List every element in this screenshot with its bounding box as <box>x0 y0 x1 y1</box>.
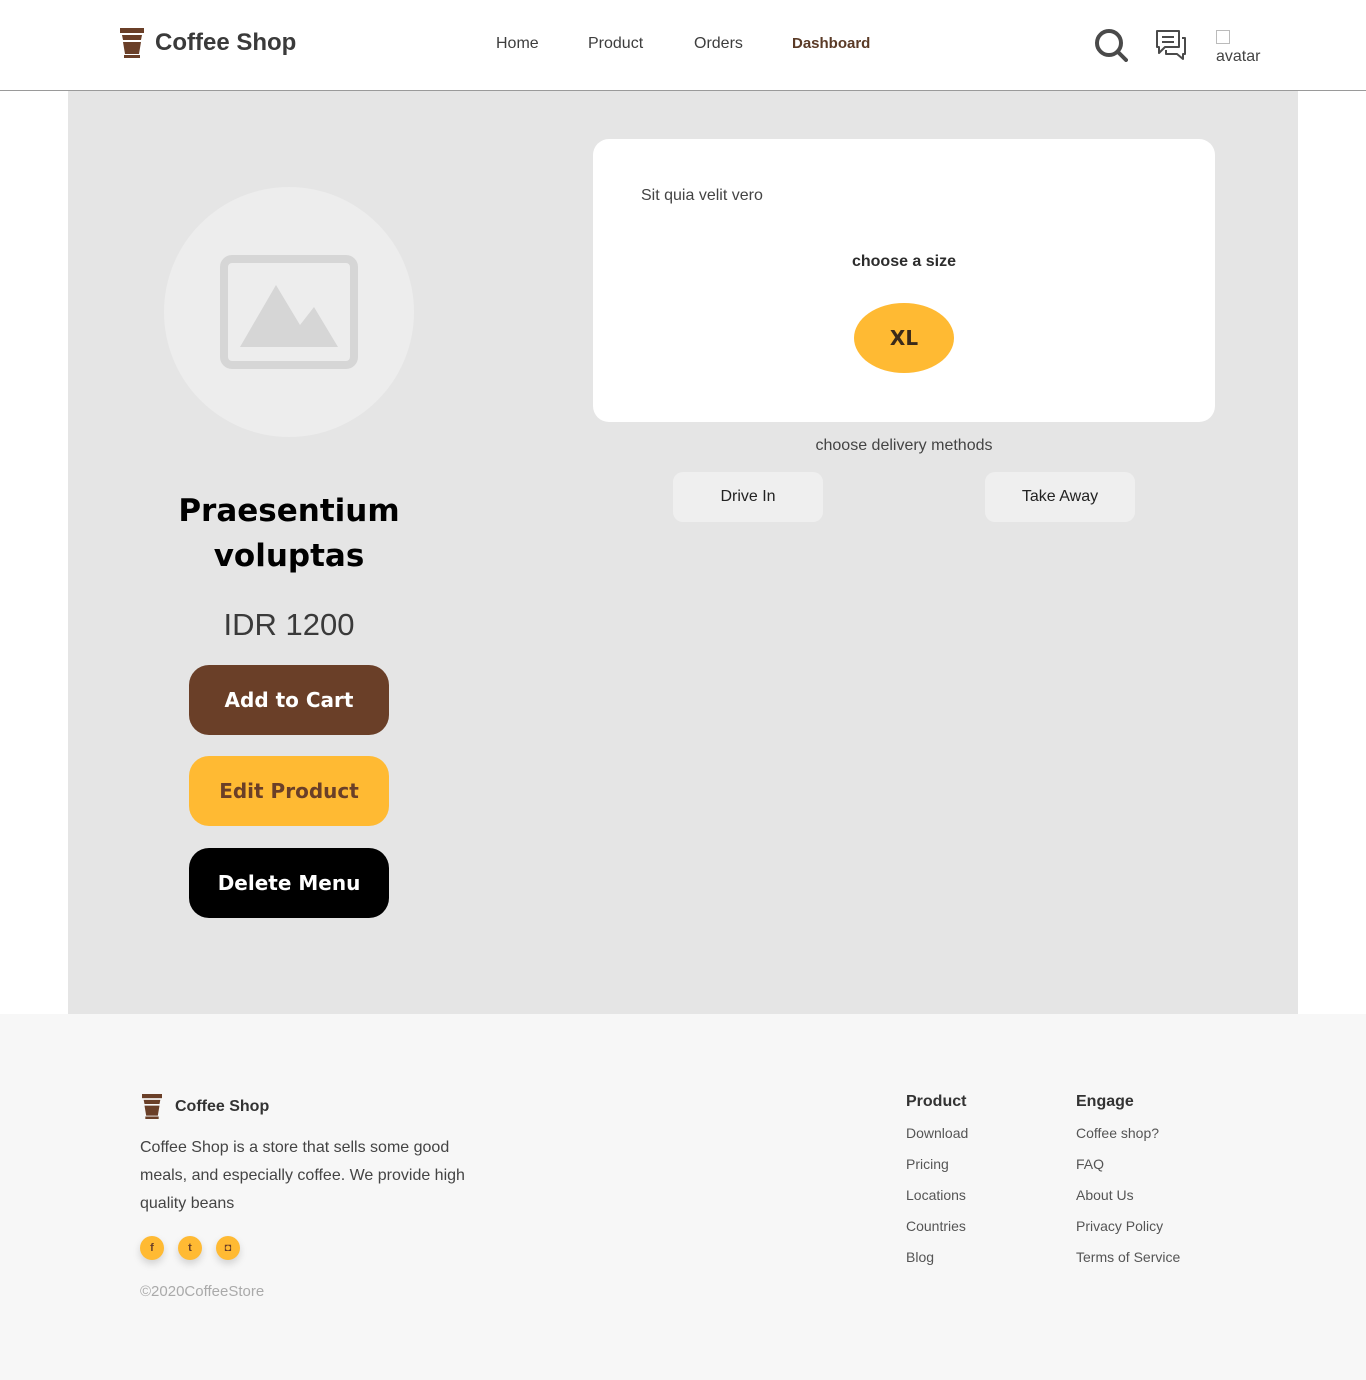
footer-column-title: Engage <box>1076 1093 1134 1110</box>
product-price: IDR 1200 <box>223 607 355 642</box>
product-detail-section: Praesentium voluptas IDR 1200 Add to Car… <box>68 91 1298 1014</box>
delivery-drive-in-button[interactable]: Drive In <box>673 472 823 522</box>
footer-brand[interactable]: Coffee Shop <box>140 1094 269 1119</box>
footer-link-locations[interactable]: Locations <box>906 1187 968 1218</box>
footer-column-engage: Engage Coffee shop? FAQ About Us Privacy… <box>1076 1093 1180 1280</box>
search-icon[interactable] <box>1094 28 1128 62</box>
nav-product[interactable]: Product <box>588 35 643 53</box>
facebook-icon[interactable]: f <box>140 1236 164 1260</box>
footer-link-coffee-shop[interactable]: Coffee shop? <box>1076 1125 1180 1156</box>
footer-link-terms-of-service[interactable]: Terms of Service <box>1076 1249 1180 1280</box>
delivery-take-away-button[interactable]: Take Away <box>985 472 1135 522</box>
footer-link-download[interactable]: Download <box>906 1125 968 1156</box>
footer-link-pricing[interactable]: Pricing <box>906 1156 968 1187</box>
product-description: Sit quia velit vero <box>641 187 763 204</box>
size-label: choose a size <box>851 253 957 270</box>
delete-menu-button[interactable]: Delete Menu <box>189 848 389 918</box>
nav-home[interactable]: Home <box>496 35 539 53</box>
nav-dashboard[interactable]: Dashboard <box>792 35 870 52</box>
broken-image-icon <box>1216 30 1230 44</box>
copyright: ©2020CoffeeStore <box>140 1283 265 1300</box>
twitter-icon[interactable]: t <box>178 1236 202 1260</box>
image-placeholder-icon <box>220 255 358 369</box>
add-to-cart-button[interactable]: Add to Cart <box>189 665 389 735</box>
footer-link-countries[interactable]: Countries <box>906 1218 968 1249</box>
product-name: Praesentium voluptas <box>178 493 400 574</box>
footer-link-about-us[interactable]: About Us <box>1076 1187 1180 1218</box>
footer-brand-name: Coffee Shop <box>175 1097 270 1115</box>
avatar-alt-text: avatar <box>1216 48 1261 65</box>
site-footer: Coffee Shop Coffee Shop is a store that … <box>0 1014 1366 1380</box>
footer-column-product: Product Download Pricing Locations Count… <box>906 1093 968 1280</box>
instagram-icon[interactable]: ◘ <box>216 1236 240 1260</box>
footer-link-privacy-policy[interactable]: Privacy Policy <box>1076 1218 1180 1249</box>
avatar[interactable]: avatar <box>1216 30 1266 66</box>
site-header: Coffee Shop Home Product Orders Dashboar… <box>0 0 1366 91</box>
social-links: f t ◘ <box>140 1236 254 1260</box>
size-card: Sit quia velit vero choose a size XL <box>593 139 1215 422</box>
chat-icon[interactable] <box>1154 28 1188 62</box>
delivery-label: choose delivery methods <box>815 437 993 454</box>
nav-orders[interactable]: Orders <box>694 35 743 53</box>
coffee-cup-icon <box>142 1094 162 1119</box>
footer-link-blog[interactable]: Blog <box>906 1249 968 1280</box>
size-option-xl[interactable]: XL <box>854 303 954 373</box>
footer-link-faq[interactable]: FAQ <box>1076 1156 1180 1187</box>
product-image <box>164 187 414 437</box>
footer-column-title: Product <box>906 1093 967 1110</box>
edit-product-button[interactable]: Edit Product <box>189 756 389 826</box>
footer-description: Coffee Shop is a store that sells some g… <box>140 1139 465 1212</box>
